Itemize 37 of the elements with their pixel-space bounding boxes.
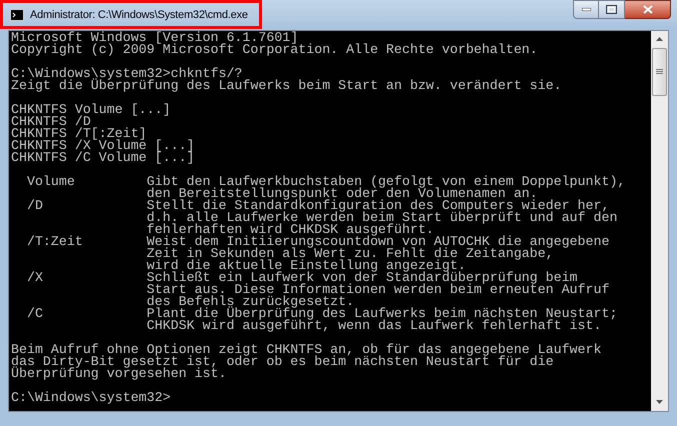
console-line: wird die aktuelle Einstellung angezeigt. bbox=[146, 260, 466, 272]
scrollbar[interactable] bbox=[651, 31, 668, 411]
minimize-button[interactable] bbox=[573, 0, 599, 19]
console-line: /C Plant die Überprüfung des Laufwerks beim nächsten Neustart; bbox=[26, 308, 618, 320]
terminal-icon bbox=[10, 9, 24, 21]
console-line: C:\Windows\system32>chkntfs/? bbox=[11, 68, 242, 80]
scroll-thumb[interactable] bbox=[652, 48, 667, 96]
close-button[interactable] bbox=[625, 0, 671, 19]
console-line: Zeit in Sekunden als Wert zu. Fehlt die Zeitangabe, bbox=[146, 248, 554, 260]
console-line: CHKNTFS /T[:Zeit] bbox=[11, 128, 148, 140]
console-line: CHKNTFS /C Volume [...] bbox=[11, 152, 196, 164]
console-line: fehlerhaften wird CHKDSK ausgeführt. bbox=[146, 224, 434, 236]
restore-icon bbox=[606, 5, 617, 14]
grip-icon bbox=[656, 69, 663, 75]
minimize-icon bbox=[582, 8, 590, 11]
console-line: Volume Gibt den Laufwerkbuchstaben (gefolgt von einem Doppelpunkt), bbox=[26, 176, 626, 188]
console-line: CHKDSK wird ausgeführt, wenn das Laufwerk fehlerhaft ist. bbox=[146, 320, 602, 332]
maximize-button[interactable] bbox=[599, 0, 625, 19]
console-line: Copyright (c) 2009 Microsoft Corporation. Alle Rechte vorbehalten. bbox=[11, 44, 539, 56]
console-line: /X Schließt ein Laufwerk von der Standardüberprüfung beim bbox=[26, 272, 578, 284]
close-icon bbox=[642, 5, 652, 14]
console-line: d.h. alle Laufwerke werden beim Start überprüft und auf den bbox=[146, 212, 618, 224]
console-line: /T:Zeit Weist dem Initiierungscountdown von AUTOCHK die angegebene bbox=[26, 236, 610, 248]
console-line: Überprüfung vorgesehen ist. bbox=[11, 368, 228, 380]
window-title: Administrator: C:\Windows\System32\cmd.exe bbox=[30, 8, 248, 23]
console-line: den Bereitstellungspunkt oder den Volumenamen an. bbox=[146, 188, 538, 200]
console-line: Microsoft Windows [Version 6.1.7601] bbox=[11, 32, 298, 44]
console-line: C:\Windows\system32> bbox=[11, 392, 172, 404]
console-line: CHKNTFS /X Volume [...] bbox=[11, 140, 196, 152]
scroll-up-icon bbox=[656, 37, 663, 41]
console-line: CHKNTFS /D bbox=[11, 116, 91, 128]
console-line: /D Stellt die Standardkonfiguration des Computers wieder her, bbox=[26, 200, 610, 212]
console-line: Zeigt die Überprüfung des Laufwerks beim Start an bzw. verändert sie. bbox=[11, 80, 563, 92]
console-line: Beim Aufruf ohne Optionen zeigt CHKNTFS an, ob für das angegebene Laufwerk bbox=[11, 344, 602, 356]
console-line: CHKNTFS Volume [...] bbox=[11, 104, 172, 116]
console-line: Start aus. Diese Informationen werden beim erneuten Aufruf bbox=[146, 284, 610, 296]
scroll-down-icon bbox=[656, 400, 663, 404]
